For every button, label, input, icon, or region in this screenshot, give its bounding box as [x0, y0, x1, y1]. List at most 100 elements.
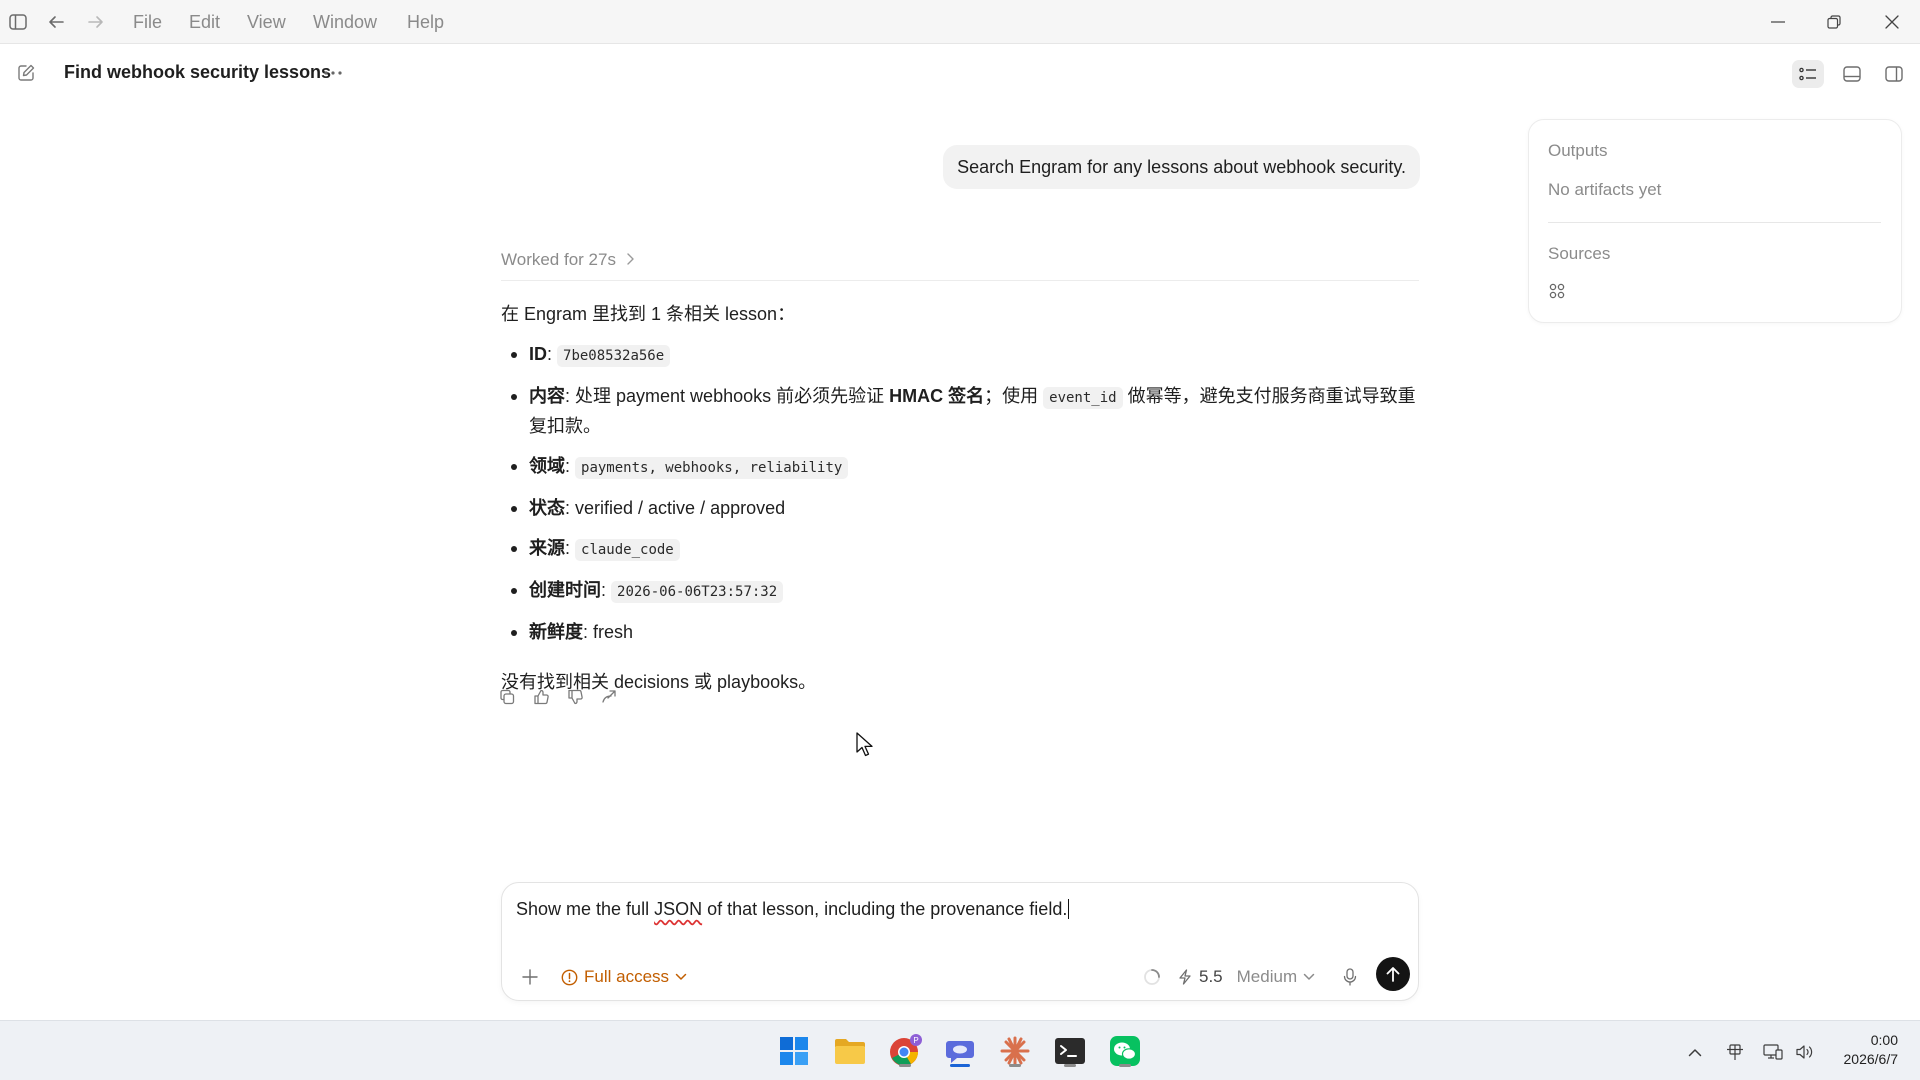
- menu-bar: File Edit View Window Help: [0, 0, 1920, 44]
- outputs-empty-state: No artifacts yet: [1548, 180, 1662, 199]
- bullet: [511, 506, 517, 512]
- microphone-icon[interactable]: [1339, 966, 1361, 988]
- file-explorer-icon[interactable]: [830, 1031, 870, 1071]
- thumbs-up-icon[interactable]: [530, 686, 552, 708]
- message-actions: [496, 686, 620, 708]
- bullet: [511, 352, 517, 358]
- created-value: 2026-06-06T23:57:32: [611, 581, 784, 603]
- bolt-icon: [1177, 969, 1193, 985]
- claude-icon[interactable]: [995, 1031, 1035, 1071]
- content-text: 处理 payment webhooks 前必须先验证: [575, 386, 890, 406]
- sidebar-toggle-icon[interactable]: [8, 12, 28, 32]
- share-icon[interactable]: [598, 686, 620, 708]
- back-arrow-icon[interactable]: [46, 12, 66, 32]
- forward-arrow-icon[interactable]: [86, 12, 106, 32]
- text-caret: [1068, 899, 1070, 919]
- field-label: 领域: [529, 456, 565, 476]
- side-panel: Outputs No artifacts yet Sources: [1528, 119, 1902, 323]
- clock-date: 2026/6/7: [1843, 1051, 1899, 1067]
- chevron-up-icon[interactable]: [1684, 1041, 1706, 1063]
- outputs-heading: Outputs: [1548, 141, 1608, 160]
- running-indicator: [1009, 1064, 1021, 1067]
- new-chat-icon[interactable]: [15, 62, 37, 84]
- minimize-button[interactable]: [1764, 10, 1792, 34]
- list-item-created: 创建时间: 2026-06-06T23:57:32: [501, 576, 1421, 606]
- warning-circle-icon: [561, 969, 578, 986]
- restore-button[interactable]: [1820, 10, 1848, 34]
- bottom-panel-button[interactable]: [1836, 60, 1868, 88]
- thumbs-down-icon[interactable]: [564, 686, 586, 708]
- access-level-dropdown[interactable]: Full access: [561, 965, 687, 989]
- more-icon[interactable]: [320, 60, 346, 86]
- worked-summary[interactable]: Worked for 27s: [501, 250, 1419, 281]
- model-effort: Medium: [1236, 967, 1298, 986]
- list-item-status: 状态: verified / active / approved: [501, 494, 1421, 522]
- system-clock[interactable]: 0:00 2026/6/7: [1844, 1031, 1899, 1069]
- active-indicator: [950, 1064, 970, 1067]
- right-panel-button[interactable]: [1878, 60, 1910, 88]
- sources-app-icon[interactable]: [1548, 282, 1566, 300]
- close-window-button[interactable]: [1878, 10, 1906, 34]
- chrome-icon[interactable]: P: [885, 1031, 925, 1071]
- model-selector[interactable]: 5.5 Medium: [1177, 965, 1315, 989]
- composer-text-part: Show me the full: [516, 899, 655, 919]
- source-value: claude_code: [575, 539, 680, 561]
- mouse-cursor-icon: [856, 732, 874, 758]
- field-label: 来源: [529, 538, 565, 558]
- freshness-value: fresh: [593, 622, 634, 642]
- running-indicator: [1064, 1064, 1076, 1067]
- list-item-source: 来源: claude_code: [501, 534, 1421, 564]
- answer-intro: 在 Engram 里找到 1 条相关 lesson：: [501, 304, 796, 324]
- menu-view[interactable]: View: [247, 12, 286, 33]
- bullet: [511, 394, 517, 400]
- status-value: verified / active / approved: [575, 498, 786, 518]
- send-arrow-icon: [1386, 966, 1400, 982]
- wechat-icon[interactable]: [1105, 1031, 1145, 1071]
- misspelled-word: JSON: [654, 899, 703, 919]
- user-message-bubble: Search Engram for any lessons about webh…: [943, 145, 1420, 189]
- svg-text:P: P: [913, 1036, 918, 1045]
- start-button[interactable]: [774, 1031, 814, 1071]
- list-item-id: ID: 7be08532a56e: [501, 340, 1421, 370]
- composer-input[interactable]: Show me the full JSON of that lesson, in…: [516, 899, 1070, 920]
- copy-icon[interactable]: [496, 686, 518, 708]
- list-item-freshness: 新鲜度: fresh: [501, 618, 1421, 646]
- sources-heading: Sources: [1548, 244, 1611, 263]
- composer-text-part: of that lesson, including the provenance…: [702, 899, 1068, 919]
- running-indicator: [1119, 1064, 1131, 1067]
- chevron-down-icon: [675, 973, 687, 981]
- terminal-icon[interactable]: [1050, 1031, 1090, 1071]
- chat-app-icon[interactable]: [940, 1031, 980, 1071]
- content-bold: HMAC 签名: [889, 386, 985, 406]
- field-label: 状态: [529, 498, 565, 518]
- answer-outro: 没有找到相关 decisions 或 playbooks。: [501, 672, 817, 692]
- network-icon[interactable]: [1762, 1041, 1784, 1063]
- id-value: 7be08532a56e: [557, 345, 671, 367]
- menu-edit[interactable]: Edit: [189, 12, 220, 33]
- list-view-button[interactable]: [1792, 60, 1824, 88]
- send-button[interactable]: [1376, 957, 1410, 991]
- lesson-list: ID: 7be08532a56e 内容: 处理 payment webhooks…: [501, 340, 1421, 646]
- bullet: [511, 588, 517, 594]
- assistant-answer: 在 Engram 里找到 1 条相关 lesson： ID: 7be08532a…: [501, 300, 1421, 696]
- field-label: 创建时间: [529, 580, 601, 600]
- thread-title: Find webhook security lessons: [64, 62, 332, 82]
- field-label: ID: [529, 344, 547, 364]
- list-item-content: 内容: 处理 payment webhooks 前必须先验证 HMAC 签名；使…: [501, 382, 1421, 440]
- menu-file[interactable]: File: [133, 12, 162, 33]
- menu-window[interactable]: Window: [313, 12, 377, 33]
- chevron-down-icon: [1303, 973, 1315, 981]
- input-method-icon[interactable]: [1724, 1041, 1746, 1063]
- clock-time: 0:00: [1870, 1032, 1898, 1048]
- worked-label: Worked for 27s: [501, 250, 616, 269]
- panel-divider: [1548, 222, 1881, 223]
- plus-icon[interactable]: [518, 965, 542, 989]
- spinner-icon: [1142, 967, 1162, 987]
- volume-icon[interactable]: [1794, 1041, 1816, 1063]
- message-composer[interactable]: Show me the full JSON of that lesson, in…: [501, 882, 1419, 1001]
- bullet: [511, 630, 517, 636]
- bullet: [511, 546, 517, 552]
- menu-help[interactable]: Help: [407, 12, 444, 33]
- domain-value: payments, webhooks, reliability: [575, 457, 849, 479]
- field-label: 内容: [529, 386, 565, 406]
